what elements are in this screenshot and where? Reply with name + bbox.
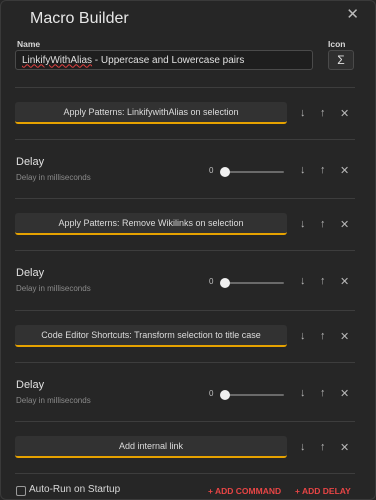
move-up-icon[interactable]: ↑ bbox=[320, 441, 326, 453]
move-down-icon[interactable]: ↓ bbox=[300, 107, 306, 119]
command-button[interactable]: Apply Patterns: Remove Wikilinks on sele… bbox=[15, 213, 287, 235]
move-down-icon[interactable]: ↓ bbox=[300, 164, 306, 176]
move-down-icon[interactable]: ↓ bbox=[300, 275, 306, 287]
command-button[interactable]: Add internal link bbox=[15, 436, 287, 458]
remove-icon[interactable]: ✕ bbox=[340, 441, 349, 454]
slider-thumb[interactable] bbox=[220, 390, 230, 400]
remove-icon[interactable]: ✕ bbox=[340, 218, 349, 231]
move-down-icon[interactable]: ↓ bbox=[300, 387, 306, 399]
name-value-rest: - Uppercase and Lowercase pairs bbox=[92, 54, 245, 66]
divider bbox=[15, 473, 355, 474]
move-down-icon[interactable]: ↓ bbox=[300, 218, 306, 230]
move-up-icon[interactable]: ↑ bbox=[320, 275, 326, 287]
remove-icon[interactable]: ✕ bbox=[340, 387, 349, 400]
move-down-icon[interactable]: ↓ bbox=[300, 441, 306, 453]
command-button[interactable]: Apply Patterns: LinkifywithAlias on sele… bbox=[15, 102, 287, 124]
close-icon[interactable]: ✕ bbox=[346, 5, 359, 23]
remove-icon[interactable]: ✕ bbox=[340, 107, 349, 120]
delay-slider[interactable] bbox=[220, 167, 284, 177]
icon-label: Icon bbox=[328, 39, 346, 49]
divider bbox=[15, 362, 355, 363]
auto-run-label: Auto-Run on Startup bbox=[29, 484, 121, 495]
sigma-icon: Σ bbox=[337, 53, 345, 67]
macro-name-input[interactable]: LinkifyWithAlias - Uppercase and Lowerca… bbox=[15, 50, 313, 70]
remove-icon[interactable]: ✕ bbox=[340, 164, 349, 177]
move-up-icon[interactable]: ↑ bbox=[320, 387, 326, 399]
icon-picker-button[interactable]: Σ bbox=[328, 50, 354, 70]
name-value-misspelled: LinkifyWithAlias bbox=[22, 54, 93, 66]
remove-icon[interactable]: ✕ bbox=[340, 330, 349, 343]
delay-title: Delay bbox=[16, 379, 45, 391]
divider bbox=[15, 421, 355, 422]
slider-thumb[interactable] bbox=[220, 167, 230, 177]
name-label: Name bbox=[17, 39, 41, 49]
move-up-icon[interactable]: ↑ bbox=[320, 107, 326, 119]
delay-slider[interactable] bbox=[220, 278, 284, 288]
delay-slider[interactable] bbox=[220, 390, 284, 400]
add-command-button[interactable]: + ADD COMMAND bbox=[208, 486, 281, 496]
slider-thumb[interactable] bbox=[220, 278, 230, 288]
move-up-icon[interactable]: ↑ bbox=[320, 164, 326, 176]
delay-description: Delay in milliseconds bbox=[16, 396, 91, 405]
remove-icon[interactable]: ✕ bbox=[340, 275, 349, 288]
delay-description: Delay in milliseconds bbox=[16, 284, 91, 293]
command-button[interactable]: Code Editor Shortcuts: Transform selecti… bbox=[15, 325, 287, 347]
divider bbox=[15, 250, 355, 251]
move-up-icon[interactable]: ↑ bbox=[320, 218, 326, 230]
delay-value: 0 bbox=[209, 389, 214, 398]
divider bbox=[15, 310, 355, 311]
divider bbox=[15, 139, 355, 140]
divider bbox=[15, 198, 355, 199]
delay-description: Delay in milliseconds bbox=[16, 173, 91, 182]
delay-title: Delay bbox=[16, 267, 45, 279]
delay-title: Delay bbox=[16, 156, 45, 168]
auto-run-checkbox[interactable] bbox=[16, 486, 26, 496]
delay-value: 0 bbox=[209, 166, 214, 175]
divider bbox=[15, 87, 355, 88]
modal-title: Macro Builder bbox=[30, 10, 129, 27]
delay-value: 0 bbox=[209, 277, 214, 286]
macro-builder-modal: Macro Builder ✕ Name Icon LinkifyWithAli… bbox=[0, 0, 376, 500]
add-delay-button[interactable]: + ADD DELAY bbox=[295, 486, 351, 496]
move-up-icon[interactable]: ↑ bbox=[320, 330, 326, 342]
move-down-icon[interactable]: ↓ bbox=[300, 330, 306, 342]
